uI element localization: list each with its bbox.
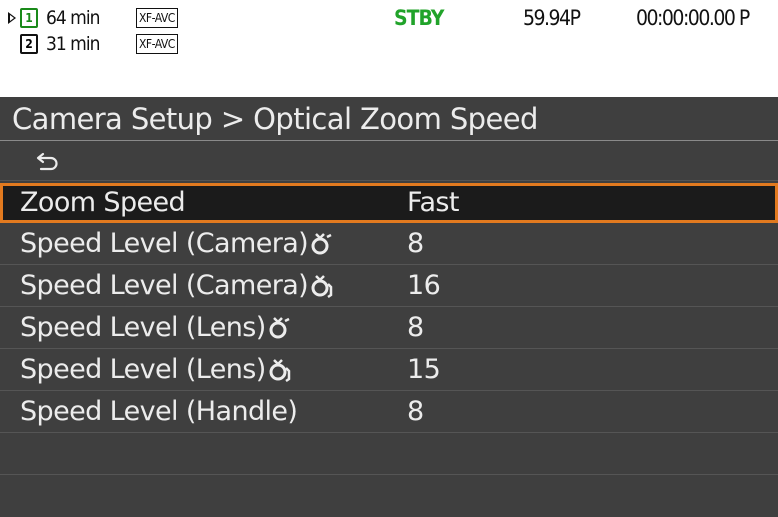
sd-card-slot-2-icon: 2	[20, 34, 38, 54]
menu-item-label: Speed Level (Lens)	[20, 354, 266, 385]
active-slot-indicator-icon	[8, 12, 16, 24]
menu-list: Zoom Speed Fast Speed Level (Camera) 8 S…	[0, 181, 778, 475]
status-bar: 1 64 min XF-AVC 2 31 min XF-AVC STBY 59.…	[0, 0, 778, 97]
menu-item-value: Fast	[407, 187, 459, 218]
menu-item-label: Speed Level (Camera)	[20, 228, 309, 259]
menu-item-label: Zoom Speed	[20, 187, 186, 218]
menu-panel: Camera Setup > Optical Zoom Speed Zoom S…	[0, 97, 778, 517]
timecode: 00:00:00.00 P	[636, 6, 750, 30]
menu-item-value: 15	[407, 354, 441, 385]
zoom-tele-icon	[311, 233, 332, 255]
empty-menu-row	[0, 433, 778, 475]
menu-item-speed-level-lens-wide[interactable]: Speed Level (Lens) 15	[0, 349, 778, 391]
menu-item-label: Speed Level (Lens)	[20, 312, 266, 343]
menu-item-speed-level-lens-tele[interactable]: Speed Level (Lens) 8	[0, 307, 778, 349]
record-status: STBY	[394, 6, 444, 30]
media-slot-2-info: 2 31 min XF-AVC	[8, 33, 178, 55]
menu-item-speed-level-camera-tele[interactable]: Speed Level (Camera) 8	[0, 223, 778, 265]
frame-rate: 59.94P	[523, 6, 581, 30]
menu-item-speed-level-camera-wide[interactable]: Speed Level (Camera) 16	[0, 265, 778, 307]
menu-item-zoom-speed[interactable]: Zoom Speed Fast	[0, 183, 778, 223]
slot-2-remaining-time: 31 min	[46, 33, 100, 55]
menu-item-value: 16	[407, 270, 441, 301]
breadcrumb: Camera Setup > Optical Zoom Speed	[0, 97, 778, 141]
menu-item-label: Speed Level (Camera)	[20, 270, 309, 301]
menu-item-value: 8	[407, 396, 424, 427]
sd-card-slot-1-icon: 1	[20, 8, 38, 28]
media-slot-1-info: 1 64 min XF-AVC	[8, 7, 178, 29]
slot-1-remaining-time: 64 min	[46, 7, 100, 29]
menu-item-speed-level-handle[interactable]: Speed Level (Handle) 8	[0, 391, 778, 433]
slot-1-codec: XF-AVC	[136, 8, 178, 28]
zoom-wide-icon	[311, 275, 333, 299]
slot-2-codec: XF-AVC	[136, 34, 178, 54]
return-arrow-icon	[36, 152, 58, 171]
back-button[interactable]	[0, 141, 778, 181]
zoom-tele-icon	[269, 317, 290, 339]
zoom-wide-icon	[269, 359, 290, 383]
menu-item-value: 8	[407, 312, 424, 343]
menu-item-value: 8	[407, 228, 424, 259]
menu-item-label: Speed Level (Handle)	[20, 396, 298, 427]
